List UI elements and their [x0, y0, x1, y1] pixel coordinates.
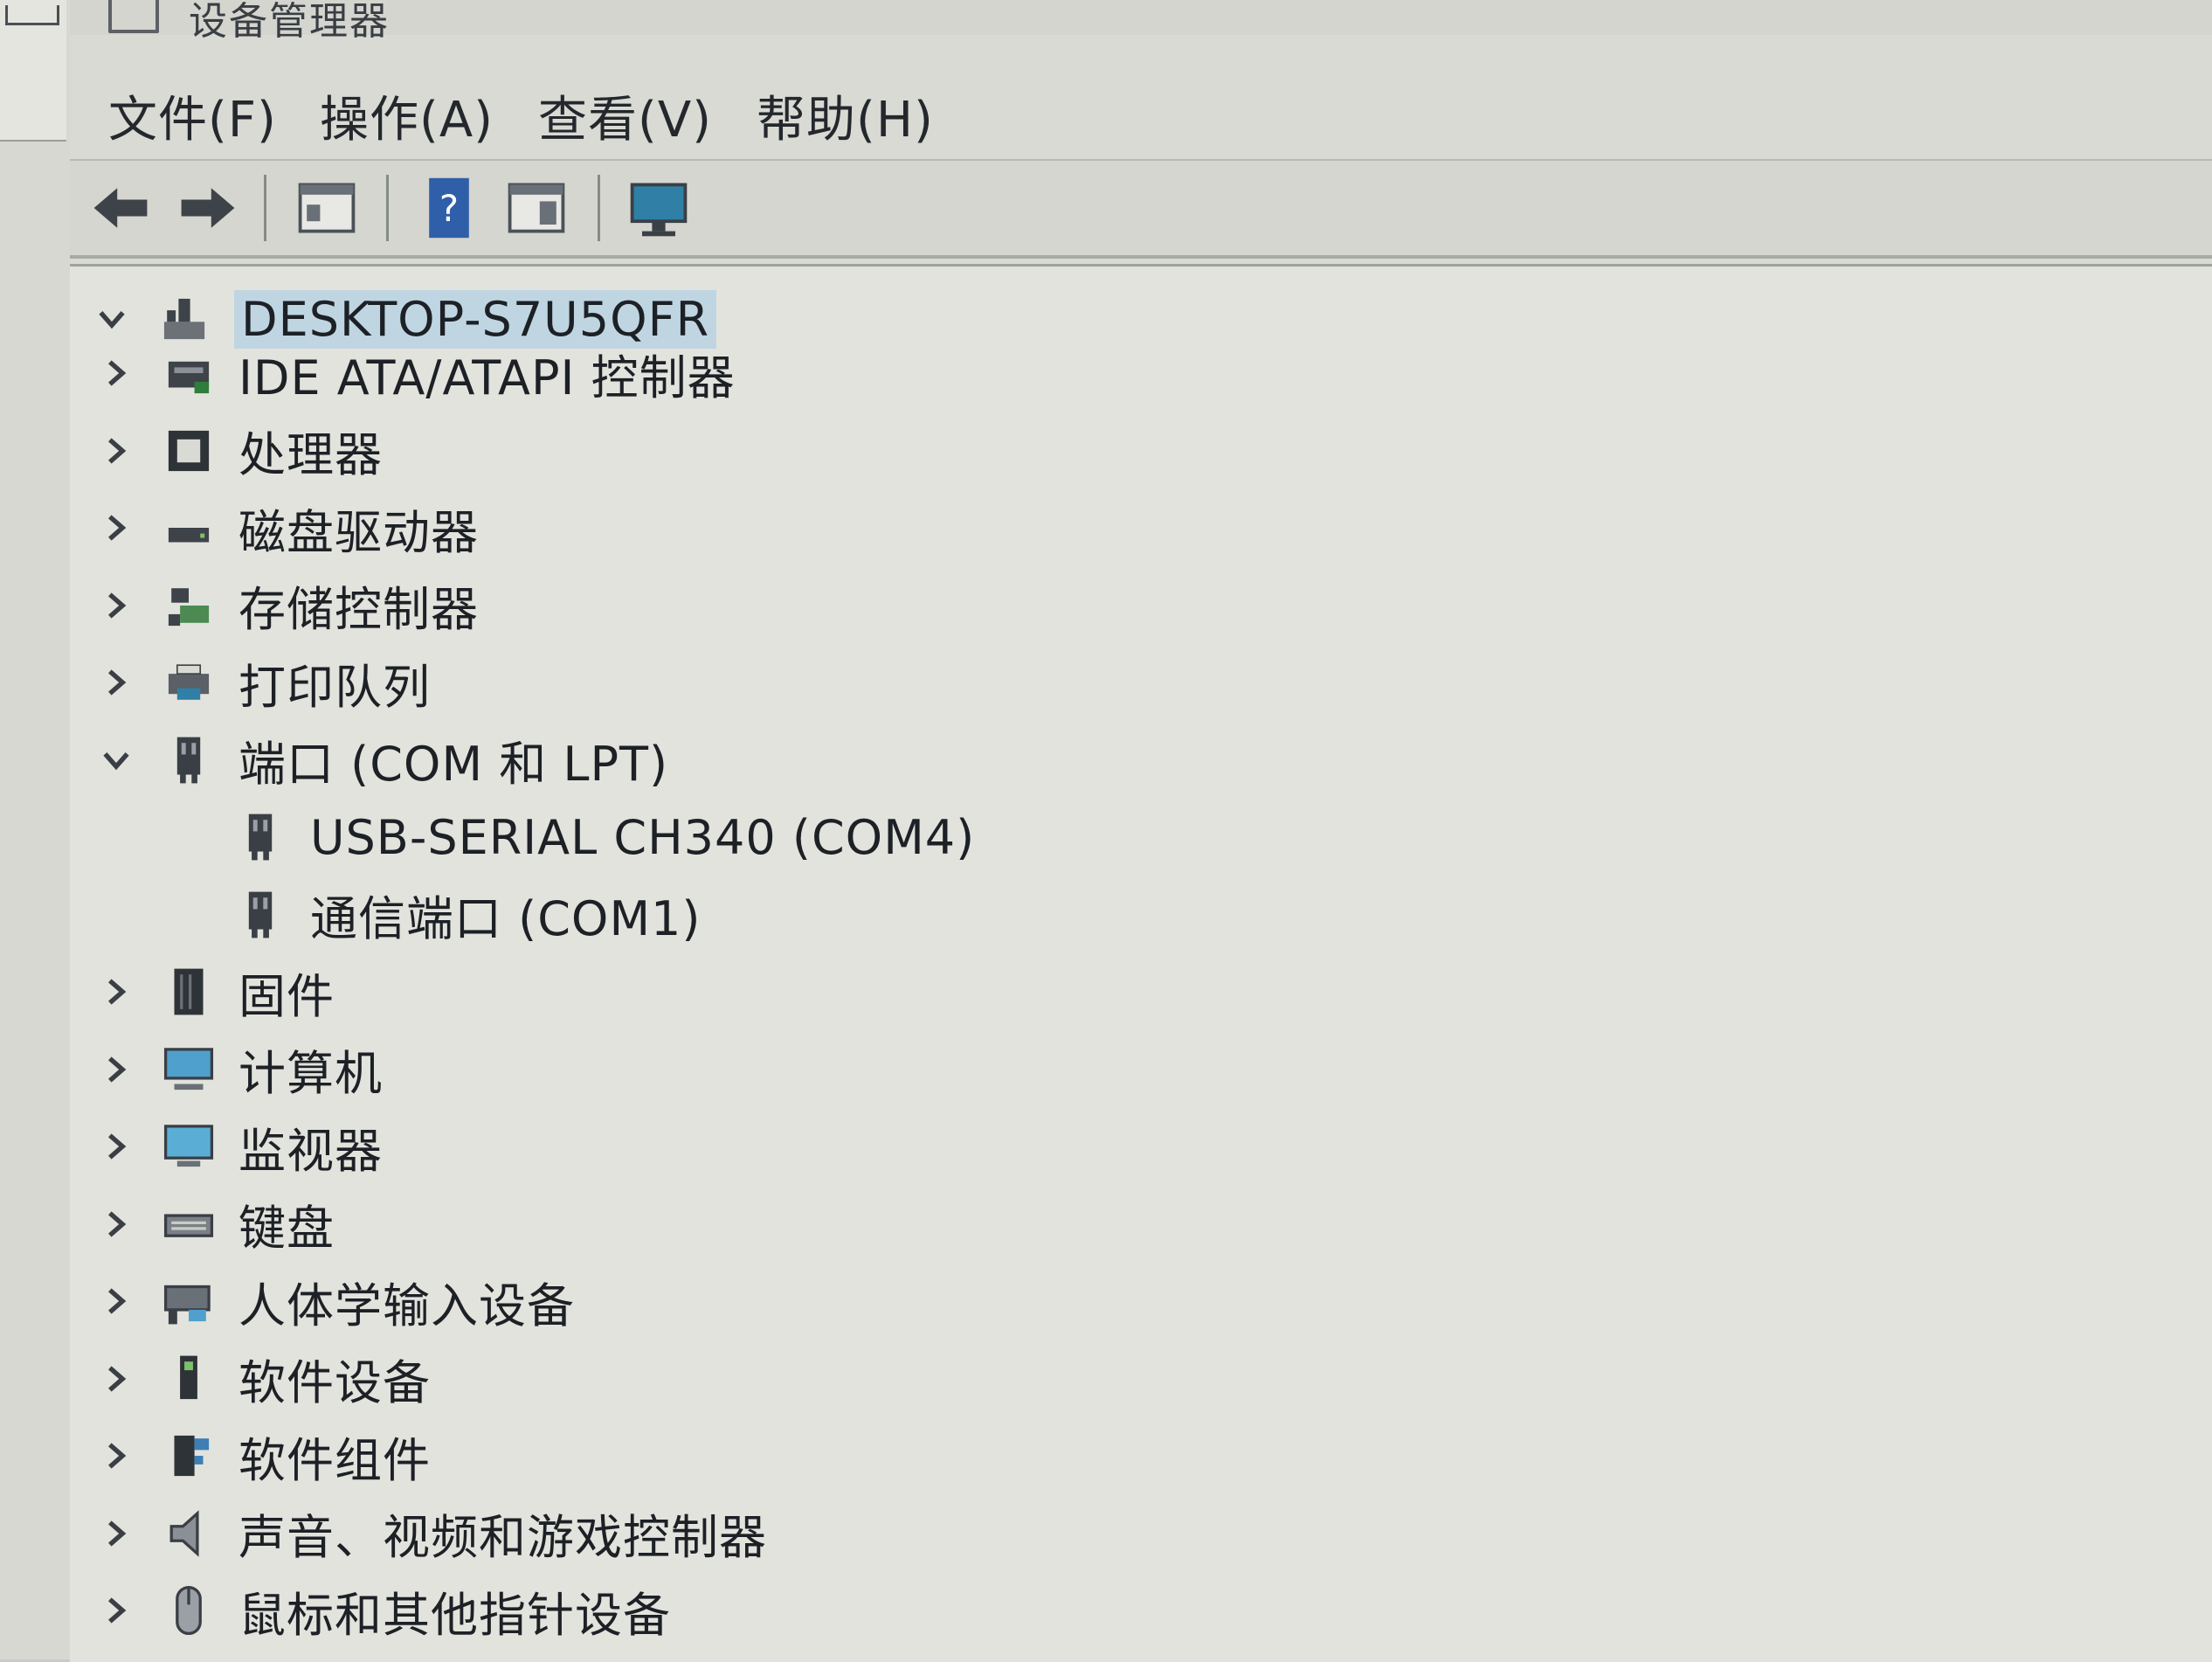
- ide-controller-icon: [158, 343, 219, 404]
- computer-icon: [158, 1039, 219, 1100]
- help-icon: ?: [429, 177, 469, 239]
- tree-item-label: USB-SERIAL CH340 (COM4): [310, 809, 976, 865]
- tree-category-item[interactable]: 键盘: [99, 1189, 335, 1259]
- speaker-icon: [158, 1503, 219, 1564]
- chevron-right-icon[interactable]: [99, 1593, 134, 1628]
- chevron-right-icon[interactable]: [99, 1129, 134, 1164]
- tree-item-label: 监视器: [238, 1123, 383, 1179]
- back-arrow-icon: [93, 188, 148, 228]
- tree-item-label: 磁盘驱动器: [238, 504, 479, 560]
- tree-category-item[interactable]: 处理器: [99, 416, 383, 486]
- tree-item-label: 软件组件: [238, 1432, 431, 1488]
- hid-icon: [158, 1271, 219, 1332]
- software-component-icon: [158, 1425, 219, 1486]
- chevron-right-icon[interactable]: [99, 1207, 134, 1242]
- chevron-right-icon[interactable]: [99, 974, 134, 1009]
- tree-category-item[interactable]: 磁盘驱动器: [99, 493, 479, 563]
- chevron-right-icon[interactable]: [99, 356, 134, 391]
- toolbar-separator: [598, 175, 600, 241]
- menu-file[interactable]: 文件(F): [108, 80, 277, 151]
- forward-arrow-icon: [181, 188, 235, 228]
- menu-bar: 文件(F) 操作(A) 查看(V) 帮助(H): [70, 70, 2212, 149]
- chevron-right-icon[interactable]: [99, 588, 134, 623]
- background-window-edge: [0, 0, 73, 1659]
- svg-text:?: ?: [439, 187, 459, 230]
- tree-item-label: 声音、视频和游戏控制器: [238, 1510, 767, 1565]
- properties-button[interactable]: [292, 173, 362, 243]
- tree-category-item[interactable]: 软件组件: [99, 1421, 431, 1491]
- tree-child-item[interactable]: USB-SERIAL CH340 (COM4): [170, 802, 975, 872]
- toolbar-separator: [386, 175, 389, 241]
- tree-category-item[interactable]: 监视器: [99, 1111, 383, 1181]
- tree-category-item[interactable]: 声音、视频和游戏控制器: [99, 1499, 767, 1569]
- chevron-right-icon[interactable]: [99, 1438, 134, 1473]
- disk-drive-icon: [158, 497, 219, 558]
- tree-item-label: 人体学输入设备: [238, 1278, 575, 1333]
- view-button[interactable]: [501, 173, 571, 243]
- tree-item-label: 通信端口 (COM1): [310, 891, 702, 946]
- toolbar: ?: [70, 159, 2212, 259]
- monitor-icon: [630, 183, 688, 237]
- tree-item-label: 鼠标和其他指针设备: [238, 1587, 671, 1643]
- help-button[interactable]: ?: [414, 173, 484, 243]
- software-device-icon: [158, 1348, 219, 1409]
- device-tree: DESKTOP-S7U5QFR IDE ATA/ATAPI 控制器 处理器 磁盘驱动…: [70, 264, 2212, 1662]
- tree-item-label: 软件设备: [238, 1355, 431, 1410]
- scan-hardware-button[interactable]: [624, 173, 694, 243]
- chevron-right-icon[interactable]: [99, 1361, 134, 1396]
- tree-category-item[interactable]: 存储控制器: [99, 571, 479, 641]
- chevron-right-icon[interactable]: [99, 433, 134, 468]
- device-manager-window: 设备管理器 文件(F) 操作(A) 查看(V) 帮助(H) ? DESKTOP-…: [70, 0, 2212, 1662]
- printer-icon: [158, 652, 219, 713]
- tree-category-item[interactable]: 固件: [99, 957, 335, 1027]
- toolbar-separator: [264, 175, 266, 241]
- tree-item-label: 计算机: [238, 1046, 383, 1101]
- tree-item-label: 存储控制器: [238, 582, 479, 637]
- window-icon: [5, 5, 59, 25]
- storage-controller-icon: [158, 575, 219, 636]
- window-title: 设备管理器: [189, 0, 390, 44]
- menu-view[interactable]: 查看(V): [538, 80, 712, 151]
- tree-item-label: 固件: [238, 968, 335, 1024]
- view-window-icon: [508, 183, 565, 233]
- chevron-right-icon[interactable]: [99, 1052, 134, 1087]
- tree-item-label: 键盘: [238, 1201, 335, 1256]
- tree-child-item[interactable]: 通信端口 (COM1): [170, 880, 701, 950]
- tree-category-item[interactable]: 鼠标和其他指针设备: [99, 1575, 671, 1645]
- tree-category-item[interactable]: 计算机: [99, 1035, 383, 1105]
- chevron-right-icon[interactable]: [99, 1516, 134, 1551]
- port-icon: [230, 807, 291, 868]
- processor-icon: [158, 420, 219, 481]
- tree-category-item[interactable]: 软件设备: [99, 1344, 431, 1414]
- background-window-tab: [0, 0, 66, 142]
- tree-item-label: IDE ATA/ATAPI 控制器: [238, 350, 736, 405]
- forward-button[interactable]: [173, 173, 243, 243]
- tree-item-label: 处理器: [238, 427, 383, 482]
- chevron-down-icon[interactable]: [94, 301, 129, 336]
- chevron-down-icon[interactable]: [99, 743, 134, 778]
- tree-category-item[interactable]: 打印队列: [99, 647, 431, 717]
- menu-help[interactable]: 帮助(H): [757, 80, 934, 151]
- tree-category-item[interactable]: 人体学输入设备: [99, 1266, 575, 1336]
- tree-category-item[interactable]: 端口 (COM 和 LPT): [99, 725, 668, 795]
- properties-window-icon: [298, 183, 356, 233]
- chevron-right-icon[interactable]: [99, 510, 134, 545]
- menu-action[interactable]: 操作(A): [320, 80, 494, 151]
- tree-item-label: 端口 (COM 和 LPT): [238, 737, 669, 792]
- tree-item-label: 打印队列: [238, 659, 431, 715]
- chevron-right-icon[interactable]: [99, 665, 134, 700]
- title-bar: 设备管理器: [70, 0, 2212, 44]
- mouse-icon: [158, 1580, 219, 1641]
- port-icon: [158, 730, 219, 791]
- keyboard-icon: [158, 1194, 219, 1255]
- chevron-right-icon[interactable]: [99, 1284, 134, 1319]
- port-icon: [230, 884, 291, 945]
- back-button[interactable]: [86, 173, 156, 243]
- device-manager-icon: [108, 0, 159, 33]
- firmware-icon: [158, 961, 219, 1022]
- monitor-icon: [158, 1116, 219, 1177]
- tree-category-item[interactable]: IDE ATA/ATAPI 控制器: [99, 338, 736, 408]
